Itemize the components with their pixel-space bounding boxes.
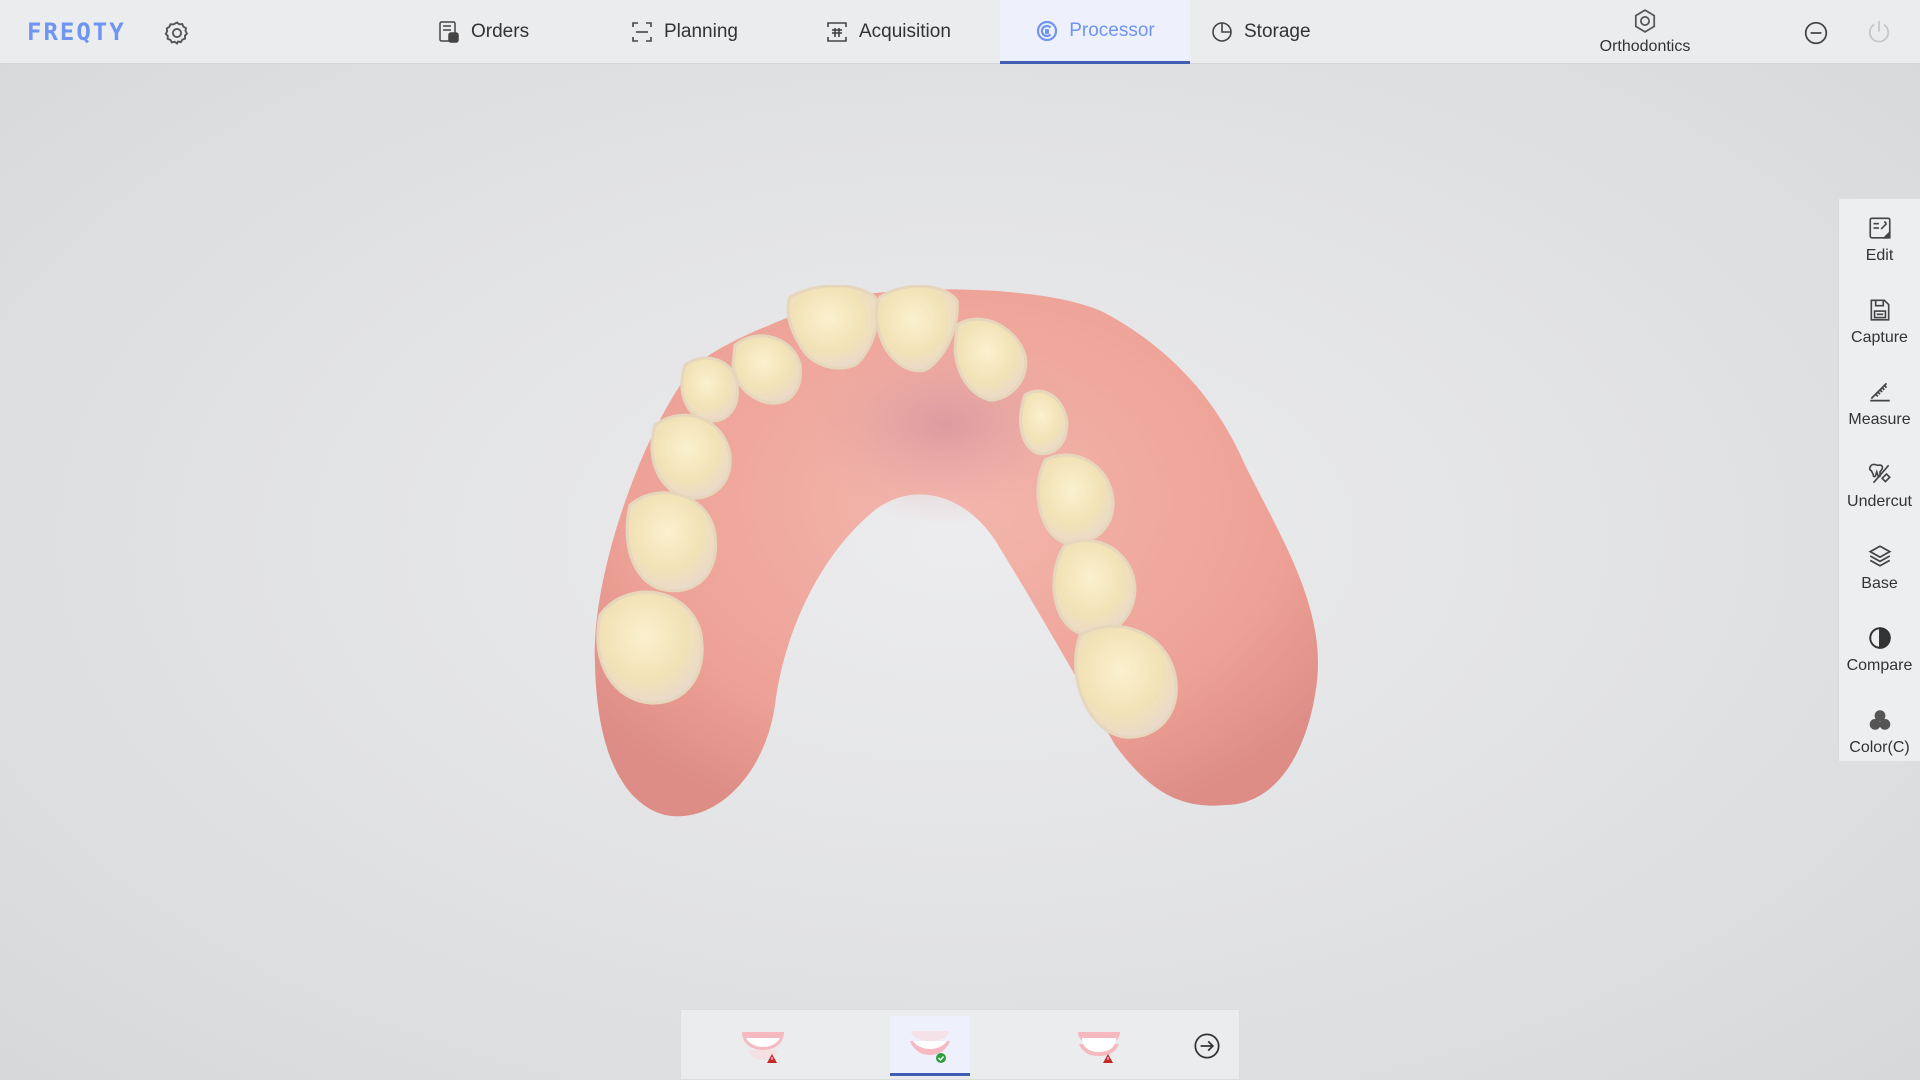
- tool-edit-label: Edit: [1865, 247, 1894, 264]
- jaw-lower-button[interactable]: [890, 1016, 970, 1076]
- tool-capture-label: Capture: [1851, 329, 1908, 346]
- right-toolbar: Edit Capture Measure Undercut Base Compa…: [1838, 199, 1920, 761]
- minimize-icon[interactable]: [1803, 20, 1829, 46]
- layers-icon: [1867, 545, 1892, 567]
- app-logo: FREQTY: [27, 18, 126, 46]
- tool-undercut-label: Undercut: [1847, 493, 1912, 510]
- jaw-selector-bar: [680, 1009, 1240, 1080]
- save-icon: [1870, 299, 1889, 321]
- tool-measure-label: Measure: [1848, 411, 1911, 428]
- next-arrow-icon[interactable]: [1193, 1032, 1221, 1060]
- dental-arch-model[interactable]: [585, 285, 1335, 825]
- hexagon-icon: [1634, 9, 1656, 33]
- tab-orders-label: Orders: [471, 21, 530, 42]
- tool-color-label: Color(C): [1849, 739, 1910, 756]
- edit-icon: [1868, 217, 1891, 239]
- tab-planning-label: Planning: [664, 21, 738, 42]
- tab-orders[interactable]: Orders: [437, 0, 529, 64]
- acquisition-icon: [827, 22, 847, 42]
- processor-icon: [1037, 20, 1058, 41]
- storage-icon: [1212, 22, 1232, 42]
- tool-measure[interactable]: Measure: [1839, 363, 1920, 445]
- mode-label: Orthodontics: [1599, 38, 1691, 55]
- both-jaws-icon: [1078, 1032, 1120, 1063]
- jaw-upper-button[interactable]: [723, 1016, 803, 1076]
- tab-acquisition-label: Acquisition: [859, 21, 951, 42]
- upper-jaw-icon: [742, 1032, 784, 1063]
- undercut-icon: [1868, 463, 1891, 484]
- tool-base[interactable]: Base: [1839, 527, 1920, 609]
- compare-icon: [1868, 627, 1891, 649]
- settings-gear-icon[interactable]: [163, 19, 191, 47]
- tab-storage-label: Storage: [1244, 21, 1311, 42]
- tool-compare-label: Compare: [1846, 657, 1913, 674]
- jaw-both-button[interactable]: [1059, 1016, 1139, 1076]
- tab-acquisition[interactable]: Acquisition: [825, 0, 951, 64]
- tool-base-label: Base: [1861, 575, 1898, 592]
- tool-edit[interactable]: Edit: [1839, 199, 1920, 281]
- ruler-icon: [1869, 382, 1890, 402]
- tab-processor[interactable]: Processor: [1000, 0, 1190, 64]
- tab-planning[interactable]: Planning: [630, 0, 738, 64]
- tool-compare[interactable]: Compare: [1839, 609, 1920, 691]
- tab-processor-label: Processor: [1069, 19, 1155, 41]
- tool-color[interactable]: Color(C): [1839, 691, 1920, 773]
- planning-icon: [632, 22, 652, 42]
- orders-icon: [439, 21, 459, 43]
- mode-orthodontics[interactable]: Orthodontics: [1575, 6, 1715, 56]
- color-icon: [1869, 710, 1890, 730]
- tool-undercut[interactable]: Undercut: [1839, 445, 1920, 527]
- check-icon: [936, 1052, 946, 1063]
- power-icon[interactable]: [1866, 19, 1892, 45]
- tool-capture[interactable]: Capture: [1839, 281, 1920, 363]
- tab-storage[interactable]: Storage: [1210, 0, 1311, 64]
- lower-jaw-icon: [910, 1030, 950, 1063]
- top-bar: FREQTY Orders Planning Acquisition Proce…: [0, 0, 1920, 64]
